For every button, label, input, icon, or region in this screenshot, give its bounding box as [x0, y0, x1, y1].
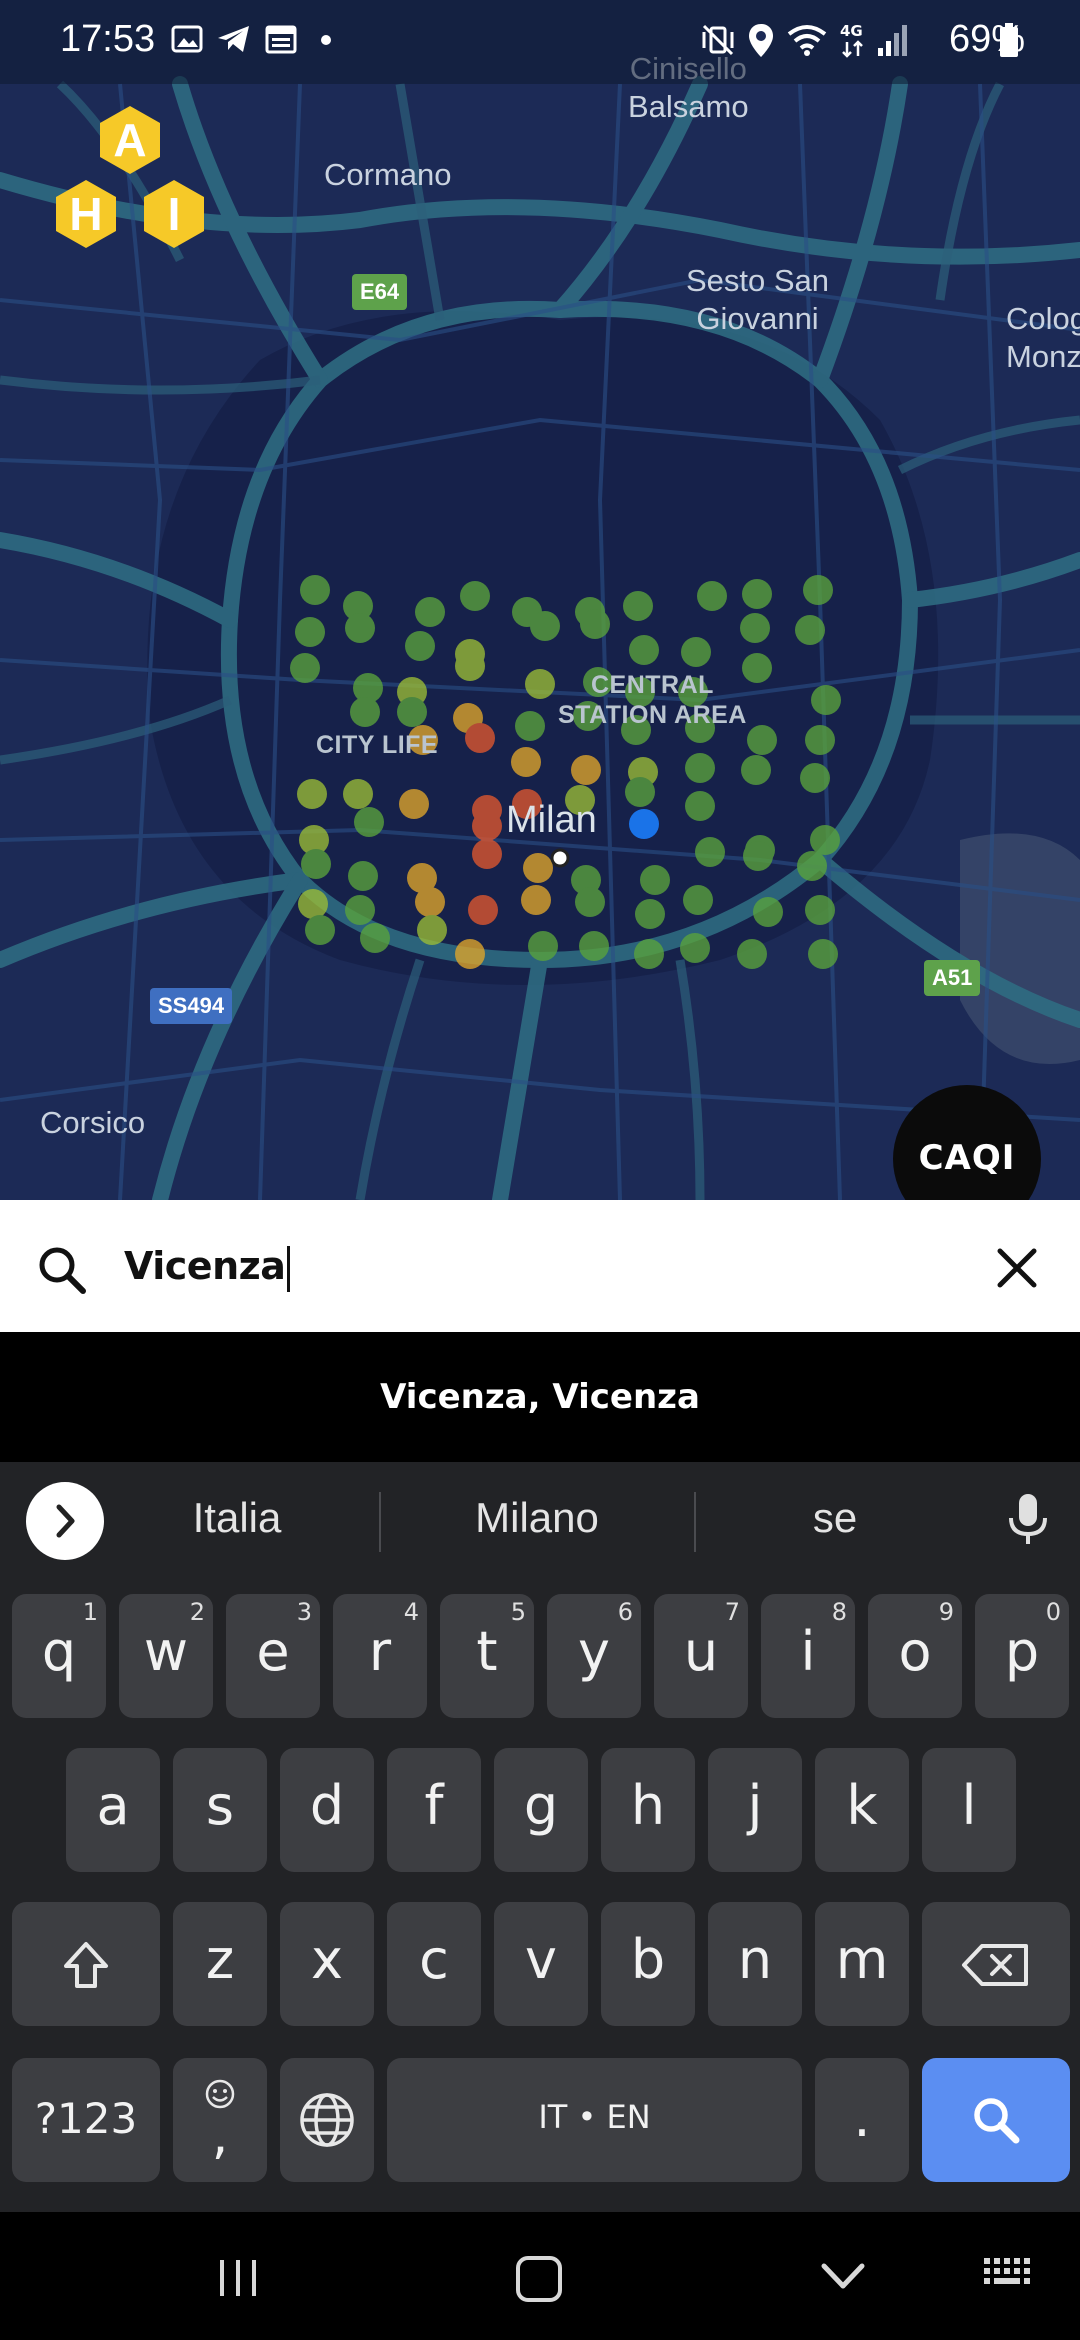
key-r[interactable]: r4: [333, 1594, 427, 1718]
back-icon[interactable]: [818, 2254, 868, 2300]
key-g[interactable]: g: [494, 1748, 588, 1872]
svg-text:4G: 4G: [840, 22, 863, 40]
key-q[interactable]: q1: [12, 1594, 106, 1718]
shift-icon: [64, 1942, 108, 1988]
keyboard-suggestion-1[interactable]: Italia: [102, 1488, 372, 1548]
calendar-icon: [265, 25, 297, 54]
shift-key[interactable]: [12, 1902, 160, 2026]
period-key[interactable]: .: [815, 2058, 909, 2182]
microphone-icon[interactable]: [1004, 1490, 1052, 1550]
gallery-icon: [171, 25, 203, 53]
chevron-right-icon: [56, 1504, 75, 1538]
key-e[interactable]: e3: [226, 1594, 320, 1718]
key-c[interactable]: c: [387, 1902, 481, 2026]
globe-icon: [300, 2093, 354, 2147]
search-bar[interactable]: Vicenza: [0, 1200, 1080, 1332]
language-key[interactable]: [280, 2058, 374, 2182]
user-location-dot: [629, 809, 659, 839]
key-f[interactable]: f: [387, 1748, 481, 1872]
key-n[interactable]: n: [708, 1902, 802, 2026]
logo-letter-a: A: [113, 114, 147, 166]
dot-icon: [321, 35, 331, 45]
keyboard-suggestion-3[interactable]: se: [700, 1488, 970, 1548]
suggestion-divider: [694, 1492, 696, 1552]
home-icon[interactable]: [514, 2254, 564, 2304]
road-badge-a51: A51: [924, 960, 981, 996]
road-badge-e64: E64: [352, 274, 408, 310]
keyboard-suggestion-row: Italia Milano se: [0, 1462, 1080, 1578]
key-m[interactable]: m: [815, 1902, 909, 2026]
suggestion-divider: [379, 1492, 381, 1552]
key-u[interactable]: u7: [654, 1594, 748, 1718]
key-t[interactable]: t5: [440, 1594, 534, 1718]
search-result-item[interactable]: Vicenza, Vicenza: [0, 1332, 1080, 1462]
key-i[interactable]: i8: [761, 1594, 855, 1718]
backspace-key[interactable]: [922, 1902, 1070, 2026]
key-v[interactable]: v: [494, 1902, 588, 2026]
app-logo: A H I: [46, 104, 216, 264]
search-icon: [39, 1247, 86, 1294]
logo-letter-i: I: [167, 188, 181, 240]
city-label-milan: Milan: [506, 799, 597, 841]
key-y[interactable]: y6: [547, 1594, 641, 1718]
key-p[interactable]: p0: [975, 1594, 1069, 1718]
battery-icon: [1000, 23, 1018, 57]
key-k[interactable]: k: [815, 1748, 909, 1872]
key-l[interactable]: l: [922, 1748, 1016, 1872]
search-input-value: Vicenza: [124, 1244, 286, 1288]
text-caret: [287, 1245, 291, 1292]
place-colognomonzese: Colog Monz: [1006, 301, 1080, 374]
soft-keyboard: Italia Milano se q1 w2 e3 r4 t5 y6 u7 i8…: [0, 1462, 1080, 2212]
key-o[interactable]: o9: [868, 1594, 962, 1718]
signal-icon: [878, 25, 907, 56]
mute-vibrate-icon: [702, 24, 734, 56]
logo-letter-h: H: [69, 188, 103, 240]
space-key[interactable]: IT • EN: [387, 2058, 802, 2182]
district-central-station: CENTRAL STATION AREA: [558, 671, 747, 729]
keyboard-search-key[interactable]: [922, 2058, 1070, 2182]
place-corsico: Corsico: [40, 1105, 146, 1140]
wifi-icon: [787, 25, 827, 56]
backspace-icon: [962, 1944, 1028, 1986]
system-navigation-bar: [0, 2212, 1080, 2340]
search-icon: [974, 2098, 1020, 2144]
place-sesto: Sesto San Giovanni: [686, 263, 830, 336]
telegram-icon: [218, 26, 249, 52]
key-s[interactable]: s: [173, 1748, 267, 1872]
key-d[interactable]: d: [280, 1748, 374, 1872]
status-bar: 17:53 4G 69%: [0, 0, 1080, 84]
key-j[interactable]: j: [708, 1748, 802, 1872]
4g-icon: 4G: [840, 22, 863, 58]
place-cormano: Cormano: [324, 157, 452, 192]
search-input[interactable]: Vicenza: [124, 1230, 291, 1302]
location-icon: [749, 24, 773, 57]
recent-apps-icon[interactable]: [214, 2254, 262, 2302]
comma-key[interactable]: ,: [173, 2058, 267, 2182]
key-x[interactable]: x: [280, 1902, 374, 2026]
keyboard-hide-icon[interactable]: [982, 2254, 1036, 2298]
key-w[interactable]: w2: [119, 1594, 213, 1718]
symbols-key[interactable]: ?123: [12, 2058, 160, 2182]
city-center-dot: [550, 848, 570, 868]
key-a[interactable]: a: [66, 1748, 160, 1872]
keyboard-toolbar-expand-button[interactable]: [26, 1482, 104, 1560]
clear-search-icon[interactable]: [992, 1243, 1042, 1293]
road-badge-ss494: SS494: [150, 988, 233, 1024]
keyboard-suggestion-2[interactable]: Milano: [402, 1488, 672, 1548]
status-time: 17:53: [60, 18, 156, 60]
key-h[interactable]: h: [601, 1748, 695, 1872]
district-city-life: CITY LIFE: [316, 731, 439, 759]
key-z[interactable]: z: [173, 1902, 267, 2026]
key-b[interactable]: b: [601, 1902, 695, 2026]
